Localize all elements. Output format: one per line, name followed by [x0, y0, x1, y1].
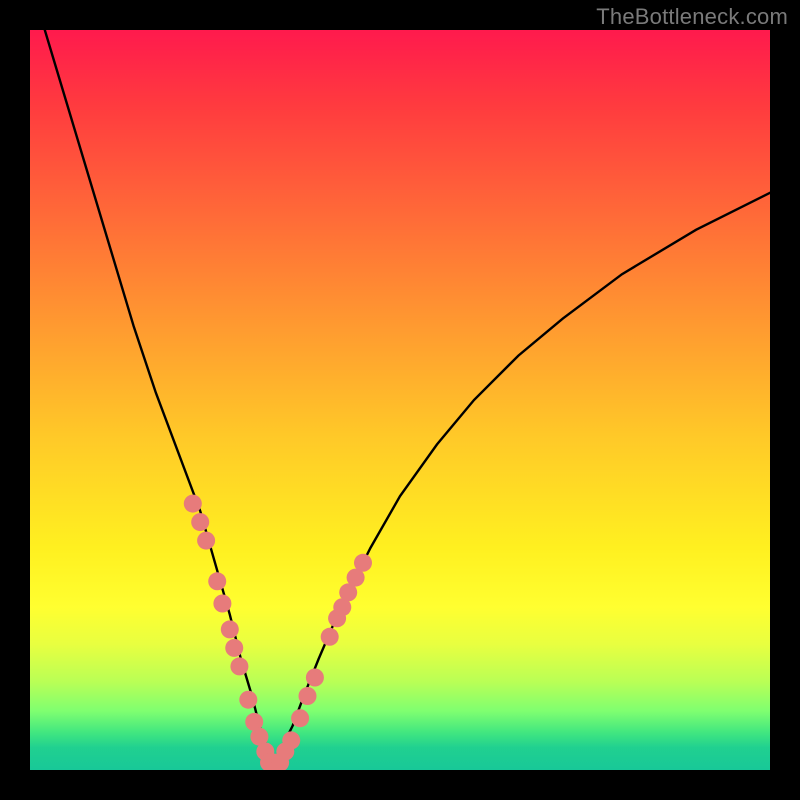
bottleneck-curve-line: [45, 30, 770, 763]
data-point: [197, 532, 215, 550]
chart-svg: [30, 30, 770, 770]
data-point: [213, 595, 231, 613]
data-point: [299, 687, 317, 705]
data-point: [321, 628, 339, 646]
data-point: [282, 731, 300, 749]
data-point: [239, 691, 257, 709]
data-point: [191, 513, 209, 531]
data-point: [208, 572, 226, 590]
data-point: [184, 495, 202, 513]
data-point: [225, 639, 243, 657]
minimum-points: [260, 754, 289, 770]
data-point: [306, 669, 324, 687]
data-point: [291, 709, 309, 727]
chart-frame: TheBottleneck.com: [0, 0, 800, 800]
data-point: [354, 554, 372, 572]
left-branch-points: [184, 495, 275, 761]
chart-plot-area: [30, 30, 770, 770]
data-point: [221, 620, 239, 638]
watermark-text: TheBottleneck.com: [596, 4, 788, 30]
data-point: [230, 657, 248, 675]
